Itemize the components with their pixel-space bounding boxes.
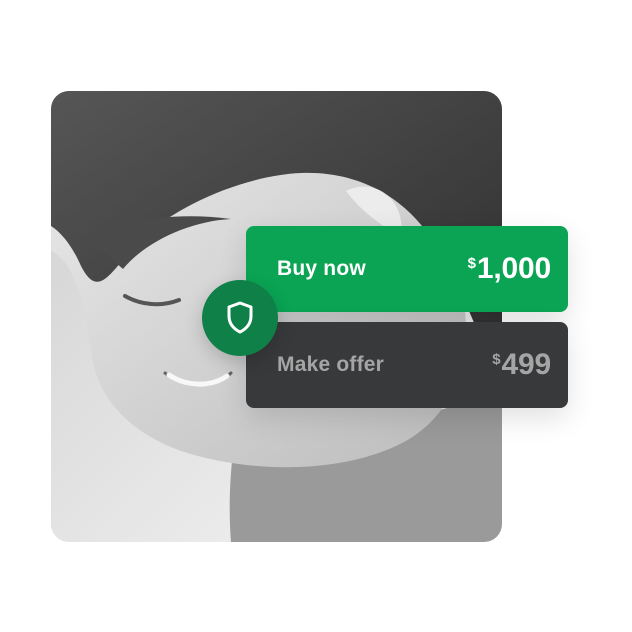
make-offer-button[interactable]: Make offer $ 499 bbox=[246, 322, 568, 408]
make-offer-price-amount: 499 bbox=[501, 348, 552, 381]
buy-now-label: Buy now bbox=[277, 257, 366, 280]
make-offer-currency-symbol: $ bbox=[492, 351, 501, 368]
buy-now-price: $ 1,000 bbox=[467, 252, 552, 285]
security-badge bbox=[202, 280, 278, 356]
make-offer-label: Make offer bbox=[277, 353, 385, 376]
buy-now-button[interactable]: Buy now $ 1,000 bbox=[246, 226, 568, 312]
buy-now-currency-symbol: $ bbox=[467, 255, 476, 272]
shield-icon bbox=[227, 301, 253, 334]
make-offer-price: $ 499 bbox=[492, 350, 551, 380]
buy-now-price-amount: 1,000 bbox=[476, 252, 551, 285]
